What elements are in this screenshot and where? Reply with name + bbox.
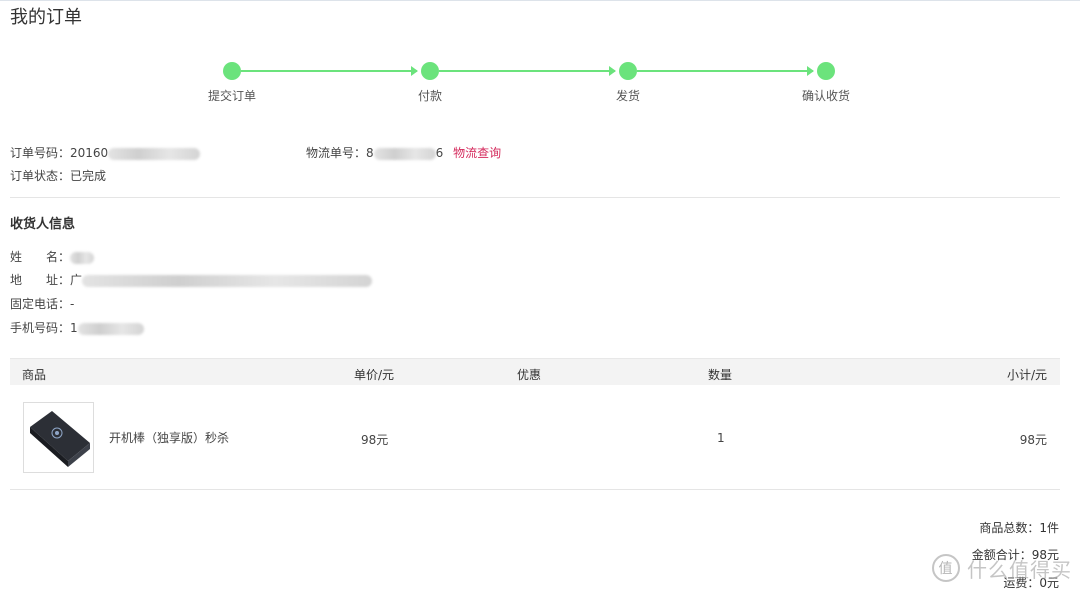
watermark: 值 什么值得买 [931, 553, 1072, 583]
logistics-number-suffix: 6 [435, 146, 444, 160]
receiver-address-value: 广 [70, 273, 83, 287]
product-unit-price: 98元 [361, 433, 389, 447]
watermark-text: 什么值得买 [967, 557, 1072, 582]
column-header-product: 商品 [22, 368, 47, 382]
table-row: 开机棒（独享版）秒杀 98元 1 98元 [10, 385, 1060, 490]
receiver-phone-value: - [70, 297, 75, 311]
step-label: 确认收货 [801, 89, 850, 103]
order-detail-page: 我的订单 提交订单 付款 发货 确认收货 订单号码：20160 物流单号：8 6 … [0, 0, 1080, 591]
step-label: 提交订单 [207, 89, 256, 103]
receiver-phone-row: 固定电话：- [10, 295, 74, 312]
order-status-label: 订单状态： [10, 169, 71, 183]
receiver-address-row: 地 址：广 [10, 271, 373, 288]
progress-step-submit: 提交订单 [182, 62, 282, 104]
receiver-section-title: 收货人信息 [10, 217, 76, 232]
column-header-subtotal: 小计/元 [1006, 368, 1047, 382]
column-header-discount: 优惠 [517, 368, 542, 382]
receiver-mobile-row: 手机号码：1 [10, 319, 144, 336]
smzdm-logo-icon: 值 [932, 554, 960, 582]
receiver-name-row: 姓 名： [10, 248, 95, 265]
logistics-number-label: 物流单号： [306, 146, 367, 160]
step-label: 付款 [417, 89, 442, 103]
order-number-row: 订单号码：20160 [10, 144, 201, 161]
column-header-quantity: 数量 [708, 368, 733, 382]
order-status-row: 订单状态：已完成 [10, 167, 106, 184]
order-progress-stepper: 提交订单 付款 发货 确认收货 [0, 1, 1080, 111]
progress-step-confirm: 确认收货 [776, 62, 876, 104]
step-complete-dot [223, 62, 241, 80]
redacted-order-number [108, 147, 201, 160]
step-label: 发货 [615, 89, 640, 103]
redacted-receiver-mobile [77, 322, 144, 335]
receiver-mobile-label: 手机号码： [10, 321, 71, 335]
step-complete-dot [817, 62, 835, 80]
divider [10, 197, 1060, 198]
receiver-name-label: 姓 名： [10, 250, 71, 264]
column-header-unit-price: 单价/元 [354, 368, 395, 382]
order-number-value: 20160 [70, 146, 109, 160]
product-thumbnail[interactable] [23, 402, 94, 473]
receiver-mobile-value: 1 [70, 321, 78, 335]
redacted-logistics-number [373, 147, 436, 160]
logistics-number-row: 物流单号：8 6 物流查询 [306, 144, 501, 161]
product-table-header: 商品 单价/元 优惠 数量 小计/元 [10, 358, 1060, 385]
product-quantity: 1 [717, 431, 725, 445]
logistics-number-value: 8 [366, 146, 374, 160]
logistics-query-link[interactable]: 物流查询 [453, 146, 501, 160]
summary-total-items: 商品总数：1件 [979, 521, 1059, 535]
step-complete-dot [619, 62, 637, 80]
progress-step-pay: 付款 [380, 62, 480, 104]
progress-step-ship: 发货 [578, 62, 678, 104]
redacted-receiver-name [70, 251, 95, 264]
product-name[interactable]: 开机棒（独享版）秒杀 [109, 429, 229, 446]
receiver-phone-label: 固定电话： [10, 297, 71, 311]
svg-text:值: 值 [939, 561, 954, 577]
step-complete-dot [421, 62, 439, 80]
redacted-receiver-address [82, 274, 373, 287]
product-subtotal: 98元 [1019, 433, 1047, 447]
order-status-value: 已完成 [70, 169, 107, 183]
order-number-label: 订单号码： [10, 146, 71, 160]
receiver-address-label: 地 址： [10, 273, 71, 287]
product-image [24, 403, 93, 472]
